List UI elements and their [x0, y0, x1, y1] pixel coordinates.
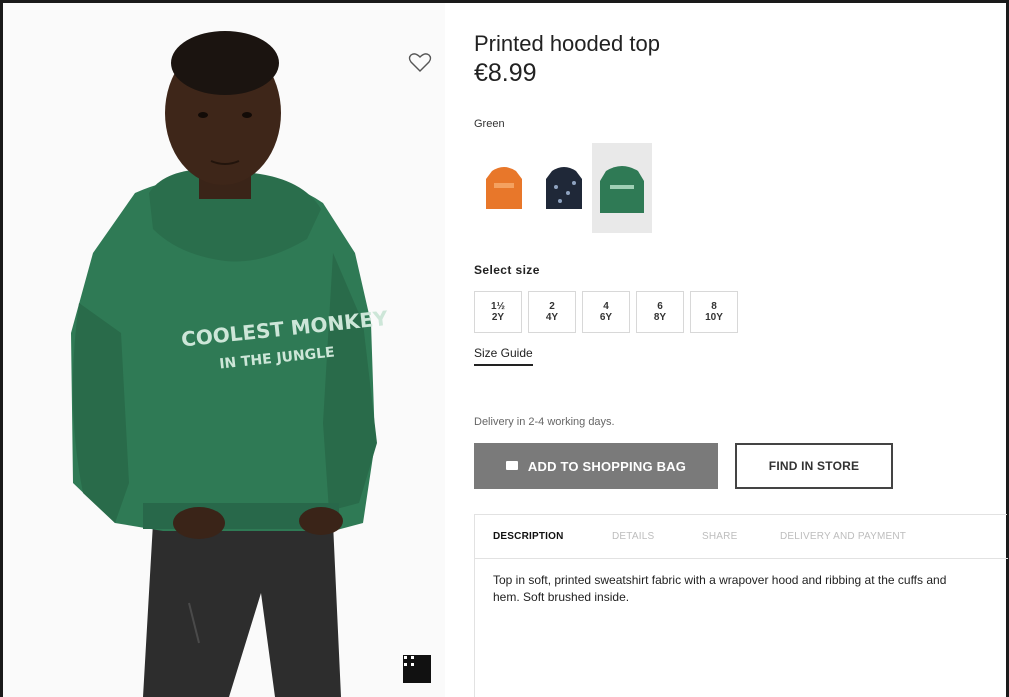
heart-outline-icon — [408, 53, 432, 72]
swatch-orange[interactable] — [474, 143, 534, 233]
size-top: 4 — [603, 301, 609, 312]
product-description: Top in soft, printed sweatshirt fabric w… — [493, 573, 947, 604]
product-title: Printed hooded top — [474, 31, 660, 56]
size-option-4y[interactable]: 2 4Y — [528, 291, 576, 333]
size-top: 6 — [657, 301, 663, 312]
size-guide-link[interactable]: Size Guide — [474, 346, 533, 366]
size-bottom: 2Y — [491, 312, 505, 323]
tab-delivery-and-payment[interactable]: DELIVERY AND PAYMENT — [780, 531, 906, 542]
right-eye — [242, 112, 252, 118]
left-eye — [198, 112, 208, 118]
product-image[interactable]: COOLEST MONKEY IN THE JUNGLE — [3, 3, 445, 697]
hoodie-thumbnail-navy — [546, 167, 582, 209]
size-top: 1½ — [491, 301, 505, 312]
select-size-label: Select size — [474, 263, 540, 277]
product-info-panel: DESCRIPTION DETAILS SHARE DELIVERY AND P… — [474, 514, 1008, 697]
model-photo: COOLEST MONKEY IN THE JUNGLE — [71, 31, 389, 697]
expand-icon — [404, 656, 414, 666]
trousers-graphic — [143, 523, 341, 697]
right-hand — [299, 507, 343, 535]
size-bottom: 10Y — [705, 312, 723, 323]
product-details: Printed hooded top €8.99 Green Select si… — [472, 0, 1009, 697]
find-in-store-label: FIND IN STORE — [768, 459, 860, 473]
delivery-info: Delivery in 2-4 working days. — [474, 416, 615, 428]
size-option-6y[interactable]: 4 6Y — [582, 291, 630, 333]
size-top: 8 — [711, 301, 717, 312]
size-bottom: 6Y — [599, 312, 613, 323]
hair — [171, 31, 279, 95]
swatch-navy[interactable] — [534, 143, 594, 233]
size-option-10y[interactable]: 8 10Y — [690, 291, 738, 333]
swatch-green-selected[interactable] — [592, 143, 652, 233]
zoom-button[interactable] — [403, 655, 431, 683]
tab-description[interactable]: DESCRIPTION — [493, 531, 564, 542]
selected-color-label: Green — [474, 118, 505, 130]
add-to-bag-label: ADD TO SHOPPING BAG — [527, 458, 687, 474]
add-to-bag-button[interactable]: ADD TO SHOPPING BAG — [474, 443, 718, 489]
size-bottom: 8Y — [653, 312, 667, 323]
wishlist-button[interactable] — [407, 51, 433, 75]
color-swatches — [474, 143, 664, 233]
info-tabs: DESCRIPTION DETAILS SHARE DELIVERY AND P… — [475, 515, 1008, 559]
size-top: 2 — [549, 301, 555, 312]
find-in-store-button[interactable]: FIND IN STORE — [735, 443, 893, 489]
size-bottom: 4Y — [545, 312, 559, 323]
tab-details[interactable]: DETAILS — [612, 531, 654, 542]
shopping-bag-icon — [505, 460, 518, 470]
hoodie-thumbnail-green — [600, 166, 644, 213]
hoodie-thumbnail-orange — [486, 167, 522, 209]
left-hand — [173, 507, 225, 539]
tab-share[interactable]: SHARE — [702, 531, 737, 542]
size-option-8y[interactable]: 6 8Y — [636, 291, 684, 333]
size-option-2y[interactable]: 1½ 2Y — [474, 291, 522, 333]
product-price: €8.99 — [474, 59, 537, 87]
